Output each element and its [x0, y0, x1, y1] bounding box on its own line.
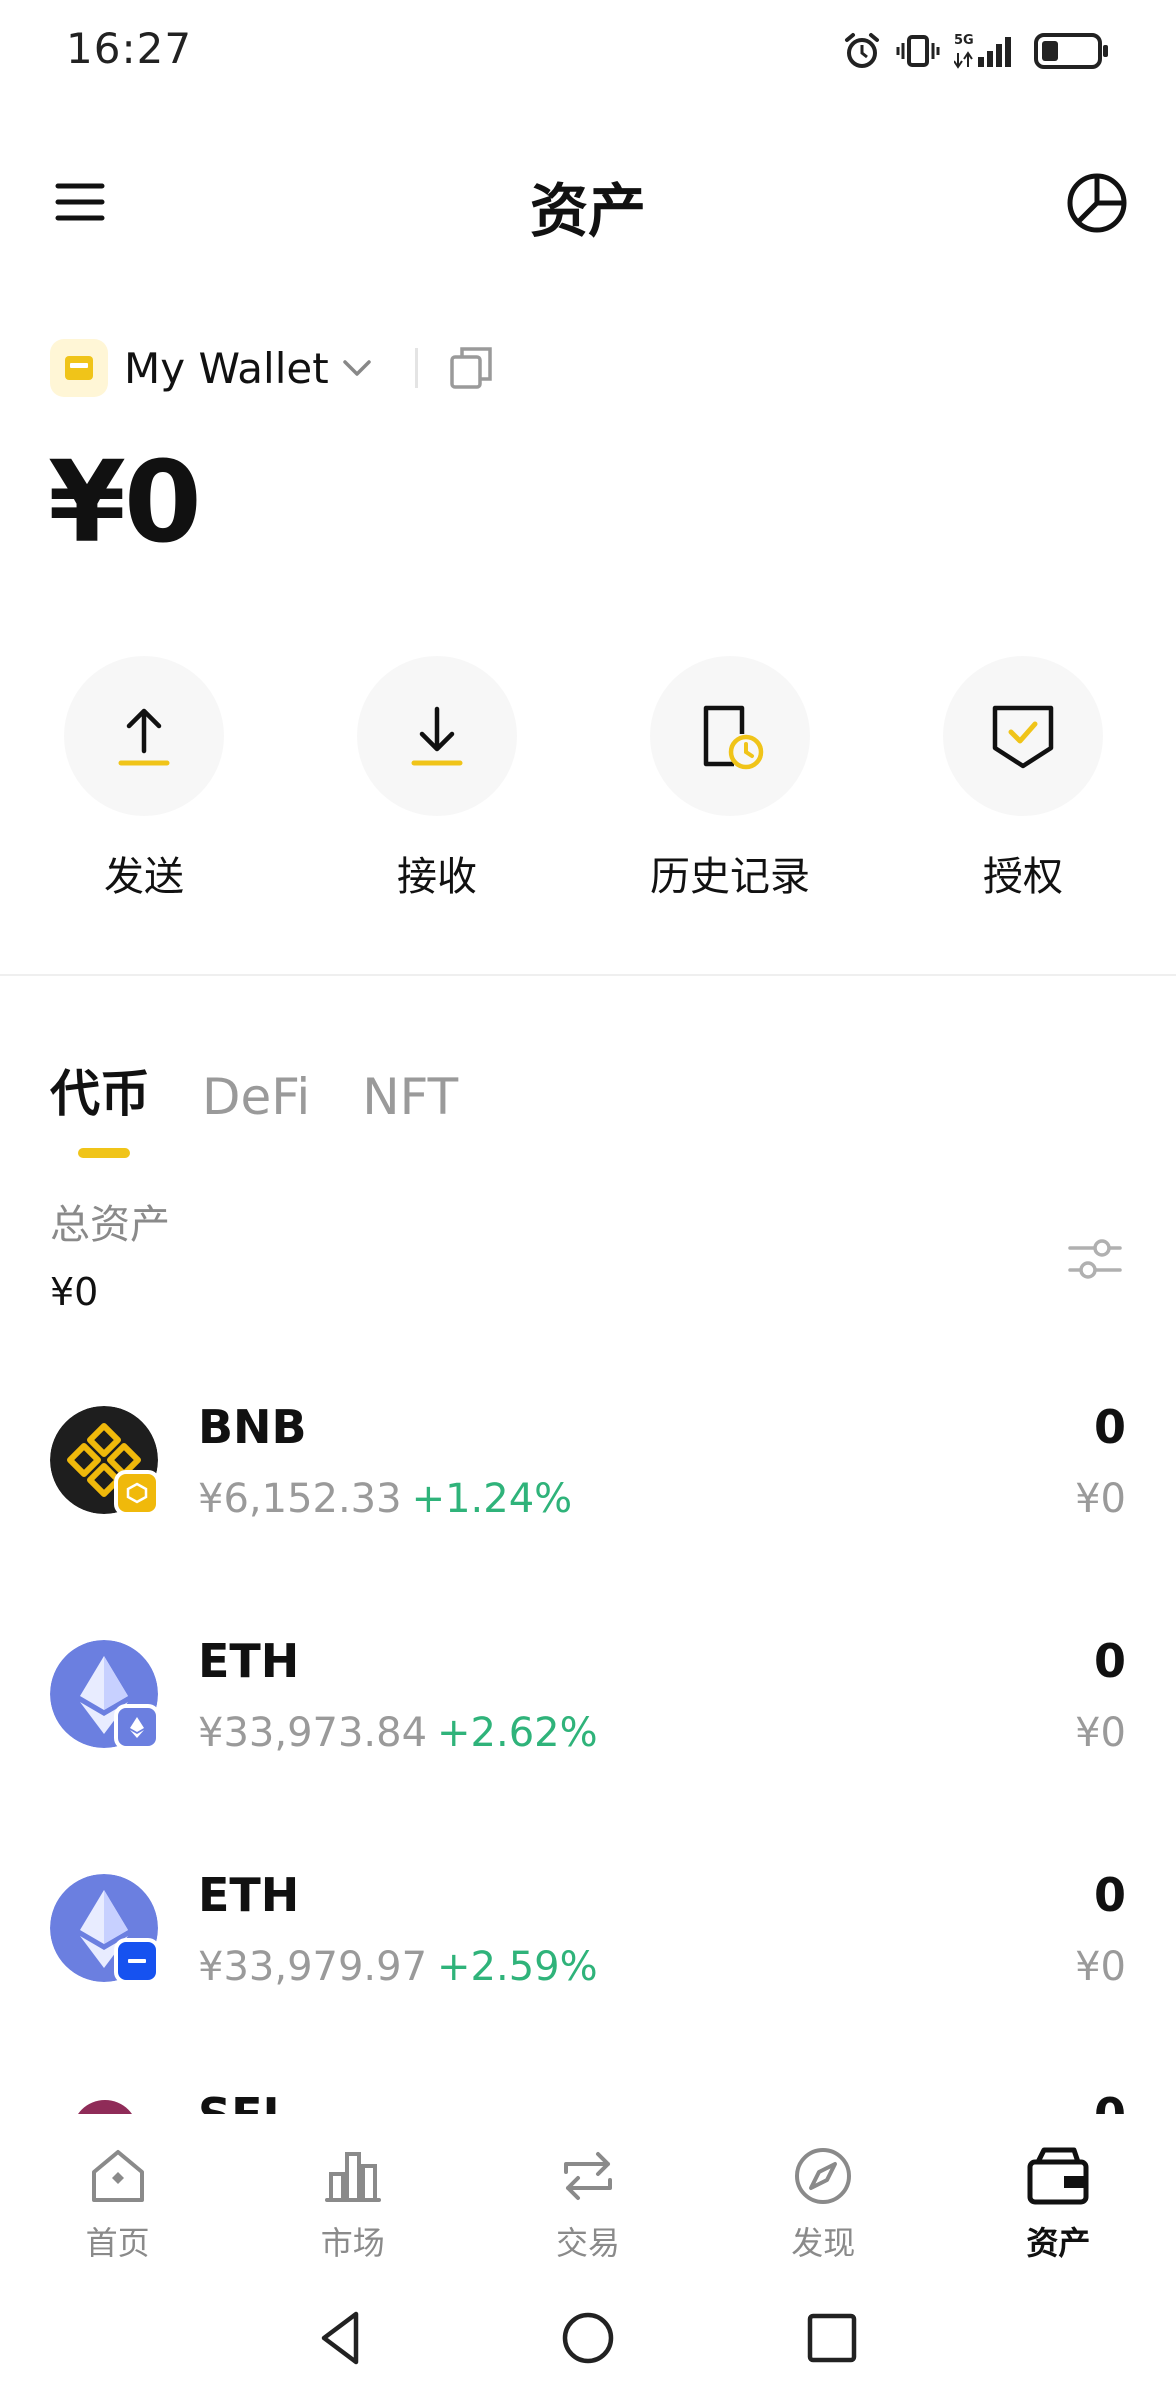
token-amount: 0 — [1093, 1400, 1126, 1454]
base-chain-icon — [128, 1959, 146, 1963]
nav-market[interactable]: 市场 — [235, 2114, 470, 2274]
bnb-chain-icon — [126, 1482, 148, 1504]
token-symbol: ETH — [198, 1868, 300, 1922]
wallet-selector[interactable]: My Wallet — [50, 336, 496, 400]
section-divider — [0, 974, 1176, 976]
history-circle — [650, 656, 810, 816]
history-label: 历史记录 — [650, 854, 810, 900]
vibrate-icon — [896, 35, 940, 67]
token-price-line: ¥6,152.33 +1.24% — [198, 1476, 572, 1522]
tab-tokens[interactable]: 代币 — [50, 1054, 150, 1126]
total-assets-label: 总资产 — [50, 1202, 170, 1248]
alarm-icon — [845, 33, 879, 68]
send-label: 发送 — [104, 854, 184, 900]
nav-discover-label: 发现 — [791, 2224, 856, 2262]
send-icon — [118, 708, 170, 766]
tab-defi[interactable]: DeFi — [202, 1068, 310, 1126]
home-circle-icon[interactable] — [556, 2306, 620, 2370]
home-icon — [91, 2150, 144, 2202]
token-price: ¥33,973.84 — [198, 1710, 428, 1756]
token-row-peek[interactable]: SEI 0 — [0, 2090, 1176, 2114]
authorize-icon — [992, 705, 1054, 769]
market-icon — [324, 2152, 381, 2202]
token-fiat-value: ¥0 — [1075, 1476, 1126, 1522]
nav-swap-label: 交易 — [556, 2224, 621, 2262]
wallet-avatar — [50, 339, 108, 397]
tab-indicator — [78, 1148, 130, 1158]
token-row-eth-base[interactable]: ETH ¥33,979.97 +2.59% 0 ¥0 — [0, 1858, 1176, 2092]
authorize-label: 授权 — [983, 854, 1063, 900]
pie-chart-icon[interactable] — [1064, 170, 1130, 236]
compass-icon — [795, 2148, 852, 2204]
receive-button[interactable]: 接收 — [317, 656, 557, 902]
system-nav-bar — [0, 2280, 1176, 2400]
nav-discover[interactable]: 发现 — [706, 2114, 941, 2274]
page-title: 资产 — [529, 177, 646, 245]
token-amount: 0 — [1093, 1634, 1126, 1688]
back-icon[interactable] — [310, 2306, 374, 2370]
swap-icon — [564, 2152, 612, 2200]
history-icon — [703, 705, 764, 770]
authorize-button[interactable]: 授权 — [903, 656, 1143, 902]
ethereum-chain-icon — [130, 1717, 144, 1738]
receive-label: 接收 — [397, 854, 477, 900]
token-price: ¥6,152.33 — [198, 1476, 402, 1522]
token-fiat-value: ¥0 — [1075, 1944, 1126, 1990]
token-price-line: ¥33,973.84 +2.62% — [198, 1710, 598, 1756]
asset-tabs: 代币 DeFi NFT — [50, 1046, 458, 1126]
status-time: 16:27 — [66, 24, 193, 73]
token-change: +2.59% — [437, 1944, 598, 1990]
total-assets-value: ¥0 — [50, 1270, 99, 1314]
nav-assets-label: 资产 — [1026, 2224, 1091, 2262]
copy-icon[interactable] — [446, 343, 496, 393]
token-price-line: ¥33,979.97 +2.59% — [198, 1944, 598, 1990]
tab-nft[interactable]: NFT — [362, 1068, 458, 1126]
token-symbol: ETH — [198, 1634, 300, 1688]
wallet-name: My Wallet — [124, 343, 329, 393]
network-label: 5G — [954, 33, 974, 48]
chevron-down-icon — [342, 360, 371, 376]
token-symbol: BNB — [198, 1400, 307, 1454]
token-price: ¥33,979.97 — [198, 1944, 428, 1990]
token-amount: 0 — [1093, 1868, 1126, 1922]
nav-market-label: 市场 — [320, 2224, 385, 2262]
wallet-icon — [1027, 2147, 1089, 2205]
wallet-avatar-icon — [65, 356, 93, 380]
token-change: +1.24% — [411, 1476, 573, 1522]
status-icons: 5G — [842, 26, 1110, 76]
bnb-chain-badge — [114, 1470, 160, 1516]
bottom-nav: 首页 市场 交易 发现 资产 — [0, 2114, 1176, 2274]
nav-swap[interactable]: 交易 — [470, 2114, 705, 2274]
token-symbol: SEI — [198, 2090, 280, 2114]
assets-screen: 16:27 5G 资产 My Wallet ¥0 发送 接收 历史记录 授权 代… — [0, 0, 1176, 2400]
token-list: BNB ¥6,152.33 +1.24% 0 ¥0 ETH ¥33,973.84 +… — [0, 1390, 1176, 2092]
send-button[interactable]: 发送 — [24, 656, 264, 902]
receive-icon — [411, 706, 463, 766]
token-amount: 0 — [1094, 2090, 1126, 2114]
app-header: 资产 — [0, 150, 1176, 250]
status-bar: 16:27 5G — [0, 0, 1176, 100]
base-chain-badge — [114, 1938, 160, 1984]
ethereum-chain-badge — [114, 1704, 160, 1750]
token-row-eth[interactable]: ETH ¥33,973.84 +2.62% 0 ¥0 — [0, 1624, 1176, 1858]
nav-home-label: 首页 — [85, 2224, 150, 2262]
send-circle — [64, 656, 224, 816]
history-button[interactable]: 历史记录 — [610, 656, 850, 902]
token-fiat-value: ¥0 — [1075, 1710, 1126, 1756]
token-change: +2.62% — [437, 1710, 598, 1756]
recents-square-icon[interactable] — [800, 2306, 864, 2370]
signal-icon: 5G — [954, 33, 1011, 69]
wallet-balance: ¥0 — [48, 438, 202, 568]
nav-home[interactable]: 首页 — [0, 2114, 235, 2274]
receive-circle — [357, 656, 517, 816]
quick-actions: 发送 接收 历史记录 授权 — [0, 656, 1176, 900]
token-row-bnb[interactable]: BNB ¥6,152.33 +1.24% 0 ¥0 — [0, 1390, 1176, 1624]
sei-logo-icon — [72, 2100, 138, 2114]
nav-assets[interactable]: 资产 — [941, 2114, 1176, 2274]
battery-icon — [1034, 33, 1108, 69]
authorize-circle — [943, 656, 1103, 816]
wallet-divider — [414, 348, 418, 388]
filter-sliders-icon[interactable] — [1064, 1228, 1126, 1290]
